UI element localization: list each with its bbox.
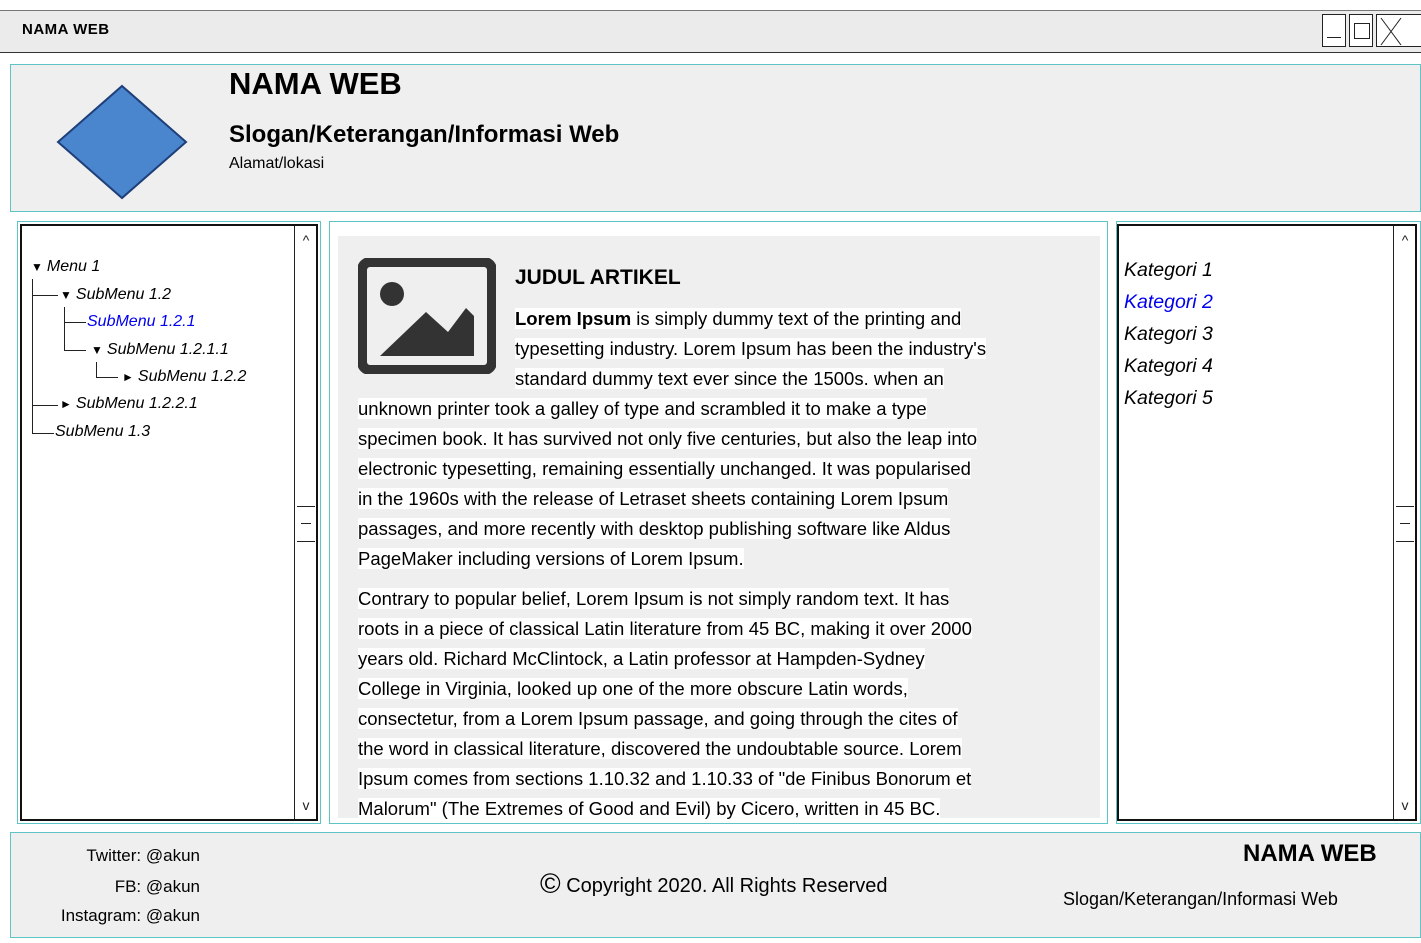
article-lead: Lorem Ipsum [515, 308, 632, 329]
article-paragraph-line: specimen book. It has survived not only … [358, 428, 978, 449]
category-item-selected[interactable]: Kategori 2 [1124, 291, 1213, 314]
menu-scrollbar[interactable]: ^ v [294, 226, 318, 819]
menu-item[interactable]: ► SubMenu 1.2.2 [122, 368, 246, 386]
menu-item-selected[interactable]: SubMenu 1.2.1 [87, 313, 196, 331]
article-paragraph-line: Lorem Ipsum is simply dummy text of the … [515, 308, 962, 329]
article-paragraph-line: roots in a piece of classical Latin lite… [358, 618, 972, 639]
category-item[interactable]: Kategori 1 [1124, 259, 1213, 282]
scroll-down-icon[interactable]: v [1394, 793, 1416, 817]
article-paragraph-line: standard dummy text ever since the 1500s… [515, 368, 944, 389]
article-paragraph-line: electronic typesetting, remaining essent… [358, 458, 971, 479]
window-titlebar: NAMA WEB [0, 10, 1421, 53]
article-paragraph-line: Malorum" (The Extremes of Good and Evil)… [358, 798, 941, 819]
copyright-icon: © [540, 868, 561, 899]
scroll-thumb[interactable] [297, 506, 315, 542]
expand-arrow-icon: ▼ [60, 288, 72, 302]
article-paragraph-line: typesetting industry. Lorem Ipsum has be… [515, 338, 987, 359]
article-paragraph-line: consectetur, from a Lorem Ipsum passage,… [358, 708, 958, 729]
image-placeholder-icon [358, 258, 496, 374]
copyright-text: © Copyright 2020. All Rights Reserved [540, 868, 888, 899]
scroll-up-icon[interactable]: ^ [1394, 228, 1416, 252]
minimize-button[interactable] [1322, 14, 1346, 47]
close-button[interactable] [1376, 14, 1421, 47]
facebook-link[interactable]: FB: @akun [0, 877, 200, 897]
menu-item[interactable]: ▼ SubMenu 1.2.1.1 [91, 341, 229, 359]
category-item[interactable]: Kategori 4 [1124, 355, 1213, 378]
article-paragraph-line: Contrary to popular belief, Lorem Ipsum … [358, 588, 950, 609]
site-address: Alamat/lokasi [229, 155, 325, 172]
close-icon [1380, 17, 1402, 46]
footer-slogan: Slogan/Keterangan/Informasi Web [1063, 889, 1338, 909]
article-paragraph-line: College in Virginia, looked up one of th… [358, 678, 908, 699]
menu-item[interactable]: ▼ SubMenu 1.2 [60, 286, 171, 304]
collapsed-arrow-icon: ► [60, 397, 72, 411]
window-title: NAMA WEB [22, 21, 110, 38]
menu-item[interactable]: SubMenu 1.3 [55, 423, 150, 441]
menu-item[interactable]: ▼ Menu 1 [31, 258, 100, 276]
article-paragraph-line: the word in classical literature, discov… [358, 738, 962, 759]
menu-item[interactable]: ► SubMenu 1.2.2.1 [60, 395, 198, 413]
expand-arrow-icon: ▼ [91, 343, 103, 357]
article-paragraph-line: passages, and more recently with desktop… [358, 518, 951, 539]
twitter-link[interactable]: Twitter: @akun [0, 846, 200, 866]
site-slogan: Slogan/Keterangan/Informasi Web [229, 121, 620, 148]
article-paragraph-line: unknown printer took a galley of type an… [358, 398, 927, 419]
category-item[interactable]: Kategori 3 [1124, 323, 1213, 346]
expand-arrow-icon: ▼ [31, 260, 43, 274]
article-title: JUDUL ARTIKEL [515, 266, 681, 289]
category-item[interactable]: Kategori 5 [1124, 387, 1213, 410]
article-paragraph-line: years old. Richard McClintock, a Latin p… [358, 648, 925, 669]
scroll-up-icon[interactable]: ^ [295, 228, 317, 252]
collapsed-arrow-icon: ► [122, 370, 134, 384]
article-paragraph-line: in the 1960s with the release of Letrase… [358, 488, 949, 509]
scroll-thumb[interactable] [1396, 506, 1414, 542]
site-header [10, 64, 1421, 212]
category-scrollbar[interactable]: ^ v [1393, 226, 1417, 819]
scroll-down-icon[interactable]: v [295, 793, 317, 817]
maximize-button[interactable] [1349, 14, 1373, 47]
footer-site-name: NAMA WEB [1243, 840, 1377, 867]
site-name: NAMA WEB [229, 66, 402, 101]
article-paragraph-line: Ipsum comes from sections 1.10.32 and 1.… [358, 768, 972, 789]
article-paragraph-line: PageMaker including versions of Lorem Ip… [358, 548, 744, 569]
logo-diamond [56, 84, 188, 200]
instagram-link[interactable]: Instagram: @akun [0, 906, 200, 926]
